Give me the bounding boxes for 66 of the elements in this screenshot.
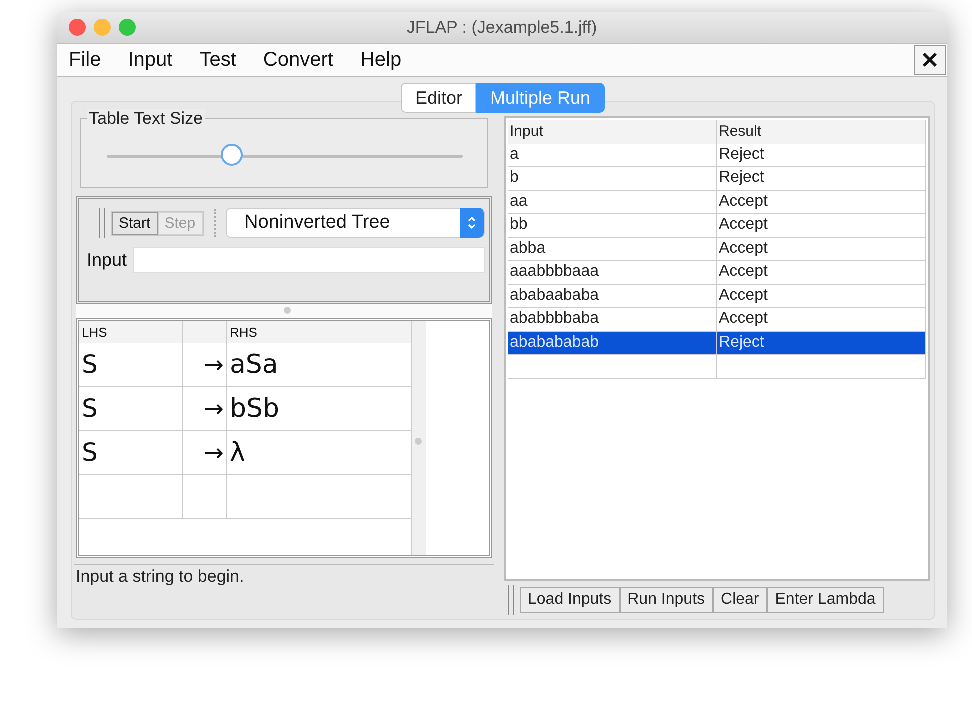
menu-item[interactable]: Test — [200, 48, 236, 72]
table-row[interactable]: ababababab Reject — [508, 332, 926, 355]
close-icon — [922, 52, 938, 68]
close-button[interactable] — [914, 45, 946, 75]
table-cell: ababaababa — [508, 284, 717, 307]
table-cell: Accept — [717, 284, 926, 307]
splitter-handle[interactable] — [284, 307, 291, 314]
table-cell: a — [508, 144, 717, 166]
table-row[interactable]: abba Accept — [508, 238, 926, 261]
view-dropdown[interactable]: Noninverted Tree — [226, 208, 485, 238]
toolbar-button[interactable]: Enter Lambda — [767, 587, 884, 613]
table-cell: → — [183, 387, 227, 430]
table-cell: ababbbbaba — [508, 308, 717, 330]
table-cell: Reject — [717, 144, 926, 166]
table-cell: → — [183, 343, 227, 386]
tab[interactable]: Editor — [401, 83, 476, 113]
status-bar: Input a string to begin. — [74, 564, 494, 587]
toolbar-button[interactable]: Run Inputs — [620, 587, 714, 613]
table-row[interactable]: ababaababa Accept — [508, 284, 926, 308]
table-row[interactable]: a Reject — [508, 144, 926, 167]
table-cell: Accept — [717, 190, 926, 213]
minimize-window-icon[interactable] — [94, 19, 111, 36]
table-cell: → — [183, 431, 227, 474]
table-row[interactable]: bb Accept — [508, 214, 926, 238]
input-field[interactable] — [133, 247, 485, 273]
table-cell: Accept — [717, 261, 926, 284]
toolbar-button[interactable]: Clear — [713, 587, 768, 613]
input-label: Input — [87, 250, 128, 270]
toolbar-grip[interactable] — [508, 585, 514, 615]
toolbar-button[interactable]: Load Inputs — [520, 587, 620, 613]
column-header: RHS — [229, 324, 258, 342]
menu-item[interactable]: Convert — [263, 48, 334, 72]
menu-item[interactable]: Input — [128, 48, 173, 72]
column-header: Result — [717, 120, 926, 144]
table-cell: Reject — [717, 332, 926, 354]
slider-thumb[interactable] — [220, 144, 243, 166]
window-title: JFLAP : (Jexample5.1.jff) — [406, 18, 598, 38]
table-cell-text: aSa — [229, 348, 280, 382]
table-cell: S — [79, 343, 183, 386]
table-cell: aa — [508, 190, 717, 213]
table-cell: ababababab — [508, 332, 717, 354]
table-row[interactable]: b Reject — [508, 167, 926, 190]
table-cell: S — [79, 431, 183, 474]
zoom-window-icon[interactable] — [119, 19, 136, 36]
toolbar-button[interactable]: Start — [112, 212, 158, 234]
table-cell-text: bSb — [229, 392, 281, 426]
splitter-handle[interactable] — [415, 438, 422, 445]
table-cell: Accept — [717, 214, 926, 236]
table-cell: Accept — [717, 308, 926, 330]
table-cell-text: λ — [229, 436, 246, 470]
table-cell: abba — [508, 238, 717, 260]
table-row[interactable]: aa Accept — [508, 190, 926, 214]
table-cell: bb — [508, 214, 717, 236]
column-header: LHS — [79, 321, 183, 343]
menu-item[interactable]: Help — [360, 48, 402, 72]
table-cell: Reject — [717, 167, 926, 190]
toolbar-grip[interactable] — [99, 208, 105, 238]
table-cell: aaabbbbaaa — [508, 261, 717, 284]
stepper-icon — [460, 208, 484, 238]
table-cell: b — [508, 167, 717, 190]
menu-item[interactable]: File — [69, 48, 102, 72]
column-header: Input — [508, 120, 717, 144]
table-row[interactable]: aaabbbbaaa Accept — [508, 261, 926, 284]
table-cell: S — [79, 387, 183, 430]
close-window-icon[interactable] — [69, 19, 86, 36]
table-cell: Accept — [717, 238, 926, 260]
